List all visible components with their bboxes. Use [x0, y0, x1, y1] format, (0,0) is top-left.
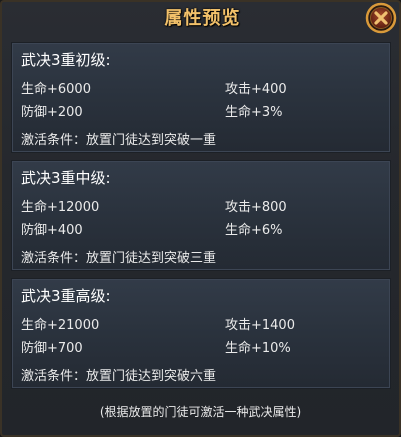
stat-attack: 攻击+400	[225, 82, 287, 97]
stat-hp: 生命+21000	[21, 318, 100, 333]
activation-condition: 激活条件：放置门徒达到突破一重	[21, 133, 217, 148]
stat-defense: 防御+700	[21, 341, 83, 356]
stat-hp-percent: 生命+3%	[225, 105, 283, 120]
panel-title: 属性预览	[164, 8, 241, 29]
tier-card-advanced: 武决3重高级: 生命+21000 攻击+1400 防御+700 生命+10% 激…	[11, 278, 391, 389]
stat-attack: 攻击+800	[225, 200, 287, 215]
title-bar: 属性预览	[2, 2, 399, 34]
stat-hp: 生命+6000	[21, 82, 91, 97]
card-title: 武决3重初级:	[21, 51, 111, 69]
attribute-preview-panel: 属性预览 武决3重初级: 生命+6000 攻击+400 防御+200 生命+3%…	[0, 0, 401, 437]
tier-card-intermediate: 武决3重中级: 生命+12000 攻击+800 防御+400 生命+6% 激活条…	[11, 160, 391, 271]
activation-condition: 激活条件：放置门徒达到突破三重	[21, 251, 217, 266]
close-icon	[365, 2, 397, 34]
stat-defense: 防御+400	[21, 223, 83, 238]
tier-card-basic: 武决3重初级: 生命+6000 攻击+400 防御+200 生命+3% 激活条件…	[11, 42, 391, 153]
footer-note: (根据放置的门徒可激活一种武决属性)	[99, 405, 302, 419]
stat-hp: 生命+12000	[21, 200, 100, 215]
activation-condition: 激活条件：放置门徒达到突破六重	[21, 369, 217, 384]
stat-hp-percent: 生命+10%	[225, 341, 291, 356]
stat-defense: 防御+200	[21, 105, 83, 120]
close-button[interactable]	[365, 2, 397, 34]
stat-hp-percent: 生命+6%	[225, 223, 283, 238]
stat-attack: 攻击+1400	[225, 318, 295, 333]
card-title: 武决3重高级:	[21, 287, 111, 305]
card-title: 武决3重中级:	[21, 169, 111, 187]
